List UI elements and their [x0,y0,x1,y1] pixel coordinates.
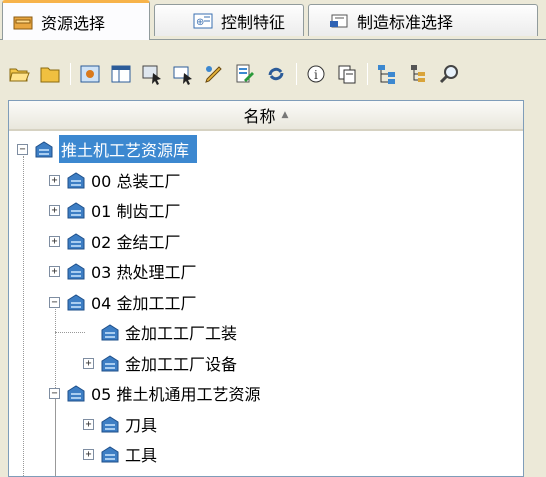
tree-node-label: 02 金结工厂 [91,232,181,252]
resource-library-icon [33,139,55,159]
tree-node-label: 金加工工厂设备 [125,354,238,374]
resource-library-icon [65,261,87,281]
tree-node-label: 05 推土机通用工艺资源 [91,385,261,404]
column-header-name[interactable]: 名称 ▲ [9,101,523,131]
svg-text:i: i [314,68,318,82]
tree-node-label: 01 制齿工厂 [91,202,181,221]
tree-node-general-resources[interactable]: 05 推土机通用工艺资源 [9,378,523,408]
resource-tree-panel: 名称 ▲ − 推土机工艺资源库 +00 总装工厂 +01 制齿工厂 +02 金结工厂 +0… [8,100,524,477]
tab-label: 资源选择 [41,13,106,33]
drawer-icon [13,14,33,30]
copy-icon[interactable] [336,63,358,85]
tab-manufacturing-standard[interactable]: 制造标准选择 [308,4,538,36]
tree-node-heat-treatment[interactable]: 03 热处理工厂 [9,256,523,286]
svg-text:⊕: ⊕ [196,17,204,28]
hierarchy-icon[interactable] [376,63,398,85]
tab-bar: 资源选择 ⊕ 控制特征 制造标准选择 [0,0,546,40]
toolbar-separator [296,63,297,85]
edit-icon[interactable] [203,63,225,85]
resource-library-icon [65,383,87,403]
tree-node-label: 推土机工艺资源库 [59,135,198,163]
tab-resource-selection[interactable]: 资源选择 [2,0,150,40]
tab-control-features[interactable]: ⊕ 控制特征 [154,4,304,36]
resource-library-icon [99,414,121,434]
tree-icon[interactable] [407,63,429,85]
open-folder-icon[interactable] [8,63,30,85]
image-icon[interactable] [79,63,101,85]
tree-node-label: 03 热处理工厂 [91,263,197,282]
tree-node-welding[interactable]: 02 金结工厂 [9,226,523,256]
tab-label: 控制特征 [221,12,286,32]
resource-library-icon [65,292,87,312]
tree-node-machining-equipment[interactable]: 金加工工厂设备 [9,348,523,378]
select-cursor-icon[interactable] [172,63,194,85]
resource-library-icon [99,444,121,464]
resource-library-icon [99,353,121,373]
refresh-icon[interactable] [265,63,287,85]
tab-label: 制造标准选择 [357,12,454,32]
folder-icon[interactable] [39,63,61,85]
info-icon[interactable]: i [305,63,327,85]
tree-node-label: 00 总装工厂 [91,171,181,191]
zoom-select-icon[interactable] [141,63,163,85]
tree-node-label: 刀具 [125,415,158,435]
toolbar: i [8,58,528,90]
resource-library-icon [65,231,87,251]
resource-library-icon [99,322,121,342]
resource-library-icon [65,200,87,220]
tree-edit-icon[interactable] [234,63,256,85]
toolbar-separator [367,63,368,85]
tree-node-assembly[interactable]: 00 总装工厂 [9,165,523,195]
tree-node-root[interactable]: 推土机工艺资源库 [9,134,523,164]
tree-node-label: 04 金加工工厂 [91,293,197,313]
control-feature-icon: ⊕ [193,13,213,29]
toolbar-separator [70,63,71,85]
standard-select-icon [329,13,349,29]
tree-node-gear[interactable]: 01 制齿工厂 [9,195,523,225]
resource-library-icon [65,170,87,190]
tree-node-machining[interactable]: 04 金加工工厂 [9,287,523,317]
tree-node-cutters[interactable]: 刀具 [9,409,523,439]
tree-node-tools[interactable]: 工具 [9,439,523,469]
column-header-label: 名称 [243,107,276,126]
window-icon[interactable] [110,63,132,85]
sort-ascending-icon: ▲ [281,110,289,120]
tree-node-machining-tooling[interactable]: 金加工工厂工装 [9,317,523,347]
search-icon[interactable] [438,63,460,85]
tree-node-label: 金加工工厂工装 [125,324,238,343]
tree-node-label: 工具 [125,446,158,465]
